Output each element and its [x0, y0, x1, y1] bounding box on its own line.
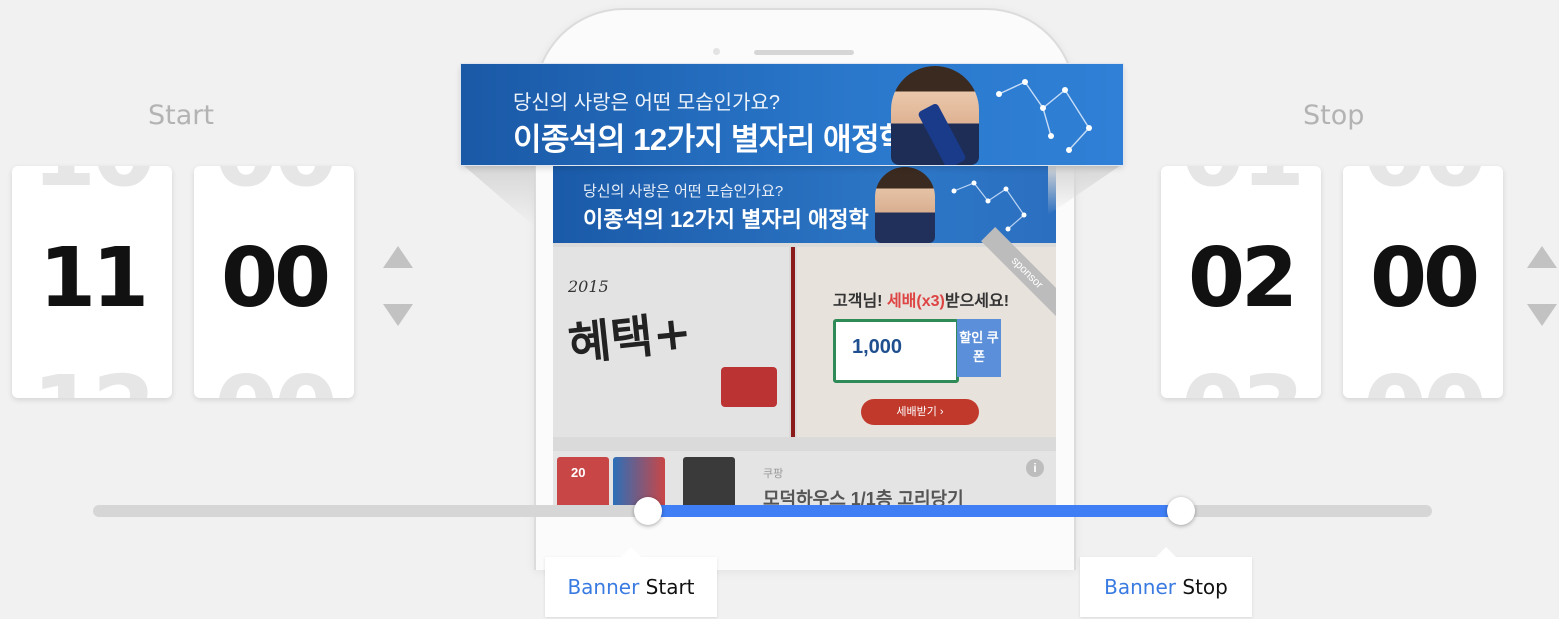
stop-hour-prev[interactable]: 01 — [1161, 166, 1321, 200]
time-range-selection — [648, 505, 1181, 517]
banner-line1: 당신의 사랑은 어떤 모습인가요? — [513, 92, 780, 114]
start-minute-picker[interactable]: 00 00 00 — [194, 166, 354, 398]
coupon-headline: 고객님! 세배(x3)받으세요! — [833, 293, 1010, 310]
start-hour-picker[interactable]: 10 11 12 — [12, 166, 172, 398]
info-icon[interactable]: i — [1026, 459, 1044, 477]
start-handle[interactable] — [634, 497, 662, 525]
stop-hour-next[interactable]: 03 — [1161, 364, 1321, 399]
stop-increment-arrow-icon[interactable] — [1527, 246, 1557, 268]
stop-minute-next[interactable]: 00 — [1343, 364, 1503, 399]
product-badge: 20 — [571, 465, 586, 480]
promo-divider — [791, 247, 795, 437]
start-decrement-arrow-icon[interactable] — [383, 304, 413, 326]
gift-box-image — [721, 367, 777, 407]
start-minute-prev[interactable]: 00 — [194, 166, 354, 200]
stop-minute-value: 00 — [1369, 231, 1480, 326]
banner-ad-preview[interactable]: 당신의 사랑은 어떤 모습인가요? 이종석의 12가지 별자리 애정학 — [461, 64, 1123, 165]
promo-year: 2015 — [568, 277, 609, 296]
constellation-icon — [951, 180, 1027, 232]
list-item[interactable]: 20 쿠팡 모덕하우스 1/1층 고리당기 i — [553, 451, 1056, 510]
start-label: Start — [148, 100, 214, 131]
start-hour-next[interactable]: 12 — [12, 364, 172, 399]
stop-hour-value: 02 — [1187, 231, 1298, 326]
banner-stop-callout: Banner Stop — [1080, 547, 1252, 617]
stop-label: Stop — [1303, 100, 1365, 131]
stop-hour-picker[interactable]: 01 02 03 — [1161, 166, 1321, 398]
promo-benefit-image[interactable]: 2015 혜택+ — [553, 247, 789, 437]
coupon-tag: 할인 쿠폰 — [957, 319, 1001, 377]
stop-decrement-arrow-icon[interactable] — [1527, 304, 1557, 326]
stop-minute-prev[interactable]: 00 — [1343, 166, 1503, 200]
coupon-claim-button[interactable]: 세배받기 › — [861, 399, 979, 425]
start-minute-next[interactable]: 00 — [194, 364, 354, 399]
coupon-amount: 1,000 — [852, 336, 903, 358]
start-hour-prev[interactable]: 10 — [12, 166, 172, 200]
product-thumbnail — [683, 457, 735, 509]
promo-title: 혜택+ — [565, 304, 694, 372]
item-meta: 쿠팡 — [763, 468, 784, 480]
screen-banner-ad[interactable]: 당신의 사랑은 어떤 모습인가요? 이종석의 12가지 별자리 애정학 — [553, 165, 1056, 243]
constellation-icon — [996, 79, 1092, 153]
screen-banner-line2: 이종석의 12가지 별자리 애정학 — [583, 207, 869, 232]
product-thumbnail: 20 — [557, 457, 609, 509]
screen-banner-line1: 당신의 사랑은 어떤 모습인가요? — [583, 183, 784, 200]
stop-minute-picker[interactable]: 00 00 00 — [1343, 166, 1503, 398]
phone-camera — [713, 48, 720, 55]
coupon-promo[interactable]: sponsor 고객님! 세배(x3)받으세요! 1,000 할인 쿠폰 세배받… — [797, 227, 1056, 437]
start-hour-value: 11 — [38, 231, 149, 326]
zoom-beam-right — [1048, 165, 1121, 215]
start-increment-arrow-icon[interactable] — [383, 246, 413, 268]
phone-screen: 당신의 사랑은 어떤 모습인가요? 이종석의 12가지 별자리 애정학 2015… — [553, 165, 1056, 510]
banner-start-callout: Banner Start — [545, 547, 717, 617]
banner-model-image — [875, 167, 935, 243]
coupon-card: 1,000 — [833, 319, 959, 383]
zoom-beam-left — [463, 165, 535, 227]
stop-handle[interactable] — [1167, 497, 1195, 525]
phone-speaker — [754, 50, 854, 55]
start-minute-value: 00 — [220, 231, 331, 326]
banner-line2: 이종석의 12가지 별자리 애정학 — [513, 122, 908, 157]
